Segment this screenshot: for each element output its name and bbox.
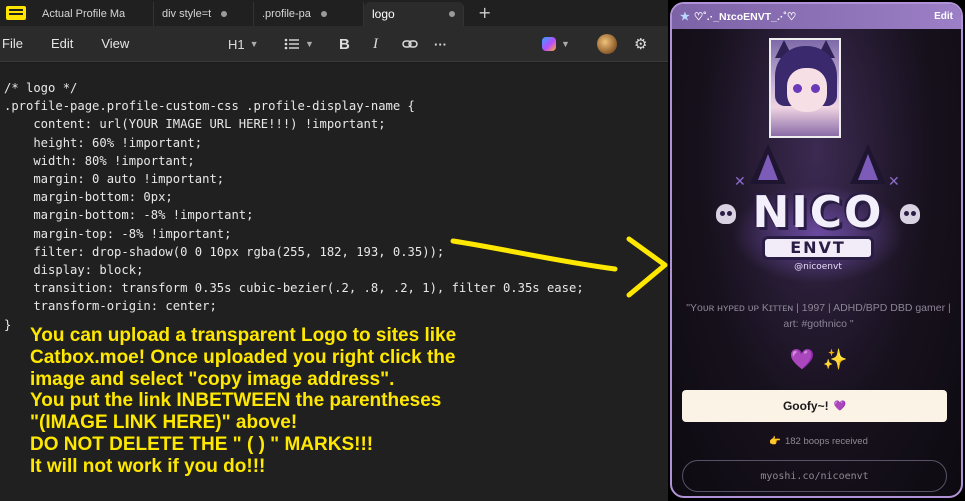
code-line: width: 80% !important; <box>4 153 195 168</box>
goofy-button[interactable]: Goofy~! 💜 <box>682 390 947 422</box>
logo-wordmark: NICO <box>752 187 884 238</box>
code-line: .profile-page.profile-custom-css .profil… <box>4 99 415 114</box>
new-tab-plus-icon[interactable]: + <box>478 3 491 22</box>
boops-text: 182 boops received <box>784 436 868 447</box>
copilot-icon <box>542 37 556 51</box>
user-avatar-icon <box>597 34 617 54</box>
tab-div-style[interactable]: div style=t <box>154 2 254 26</box>
code-line: margin-bottom: 0px; <box>4 190 173 205</box>
link-button[interactable] <box>402 32 418 56</box>
profile-display-name: ♡˚.·_NɪcoENVT_.·˚♡ <box>693 10 797 23</box>
gear-icon: ⚙ <box>634 36 648 53</box>
note-line: You can upload a transparent Logo to sit… <box>30 325 457 346</box>
logo-handle: @nicoenvt <box>794 262 842 272</box>
pointing-hand-icon: 👉 <box>769 436 781 447</box>
settings-button[interactable]: ⚙ <box>634 32 647 56</box>
profile-logo: ✕ ✕ NICO ENVT @nicoenvt <box>712 144 924 294</box>
goofy-button-label: Goofy~! <box>782 399 829 413</box>
unsaved-dot-icon <box>320 11 327 17</box>
profile-header: ★ ♡˚.·_NɪcoENVT_.·˚♡ Edit <box>672 4 961 29</box>
tab-logo[interactable]: logo <box>364 2 464 26</box>
chevron-down-icon: ▼ <box>249 39 259 49</box>
logo-ear-left <box>750 144 786 184</box>
tab-profile-page[interactable]: .profile-pa <box>254 2 364 26</box>
account-avatar[interactable] <box>597 32 617 56</box>
tab-label: logo <box>372 7 395 21</box>
screen: Actual Profile Ma div style=t .profile-p… <box>0 0 965 501</box>
list-icon <box>284 38 299 50</box>
purple-heart-icon: 💜 <box>789 347 815 371</box>
bold-button[interactable]: B <box>339 32 350 56</box>
profile-link-text: myoshi.co/nicoenvt <box>760 470 869 482</box>
menu-toolbar: File Edit View H1 ▼ ▼ B I ··· ▼ ⚙ <box>0 26 668 62</box>
tab-bar: Actual Profile Ma div style=t .profile-p… <box>0 0 668 26</box>
tab-label: .profile-pa <box>262 8 311 20</box>
code-line: height: 60% !important; <box>4 135 203 150</box>
copilot-button[interactable]: ▼ <box>542 32 570 56</box>
chevron-down-icon: ▼ <box>561 39 570 49</box>
emoji-row: 💜 ✨ <box>672 347 961 371</box>
more-button[interactable]: ··· <box>434 32 447 56</box>
profile-preview-panel: ★ ♡˚.·_NɪcoENVT_.·˚♡ Edit ✕ ✕ NICO ENVT … <box>668 0 965 501</box>
note-line: Catbox.moe! Once uploaded you right clic… <box>30 346 456 368</box>
avatar-eye-shape <box>793 84 802 93</box>
tab-label: Actual Profile Ma <box>42 8 126 20</box>
heading-dropdown[interactable]: H1 ▼ <box>228 32 259 56</box>
link-icon <box>402 40 418 48</box>
list-dropdown[interactable]: ▼ <box>284 32 314 56</box>
tab-actual-profile[interactable]: Actual Profile Ma <box>34 2 154 26</box>
note-line: DO NOT DELETE THE " ( ) " MARKS!!! <box>30 433 374 455</box>
tab-label: div style=t <box>162 8 212 20</box>
code-line: margin: 0 auto !important; <box>4 172 225 187</box>
profile-bio: "Yᴏᴜʀ ʜʏᴘᴇᴅ ᴜᴘ Kɪᴛᴛᴇɴ | 1997 | ADHD/BPD … <box>686 302 951 330</box>
logo-ear-right <box>850 144 886 184</box>
notepad-app-icon <box>6 6 26 20</box>
profile-link[interactable]: myoshi.co/nicoenvt <box>682 460 947 492</box>
heading-label: H1 <box>228 36 245 52</box>
italic-button[interactable]: I <box>373 32 378 56</box>
note-line: You put the link INBETWEEN the parenthes… <box>30 390 442 412</box>
star-icon: ★ <box>680 11 690 23</box>
menu-view[interactable]: View <box>85 36 141 51</box>
yellow-arrow-annotation <box>450 236 668 298</box>
unsaved-dot-icon <box>221 11 228 17</box>
note-line: It will not work if you do!!! <box>30 455 266 477</box>
edit-button[interactable]: Edit <box>934 11 953 22</box>
chevron-down-icon: ▼ <box>305 39 314 49</box>
note-line: image and select "copy image address". <box>30 368 395 390</box>
menu-file[interactable]: File <box>0 36 35 51</box>
avatar-eye-shape <box>811 84 820 93</box>
code-line: content: url(YOUR IMAGE URL HERE!!!) !im… <box>4 117 386 132</box>
instruction-note: You can upload a transparent Logo to sit… <box>30 325 456 478</box>
logo-subtitle: ENVT <box>762 236 874 260</box>
note-line: "(IMAGE LINK HERE)" above! <box>30 412 298 434</box>
menu-edit[interactable]: Edit <box>35 36 85 51</box>
profile-avatar <box>769 38 841 138</box>
text-editor[interactable]: /* logo */ .profile-page.profile-custom-c… <box>0 63 668 501</box>
code-line: /* logo */ <box>4 81 78 95</box>
profile-card: ★ ♡˚.·_NɪcoENVT_.·˚♡ Edit ✕ ✕ NICO ENVT … <box>670 2 963 498</box>
unsaved-dot-icon <box>449 11 455 17</box>
purple-heart-icon: 💜 <box>833 400 847 412</box>
sparkles-icon: ✨ <box>822 347 848 371</box>
boops-counter: 👉 182 boops received <box>672 436 961 447</box>
